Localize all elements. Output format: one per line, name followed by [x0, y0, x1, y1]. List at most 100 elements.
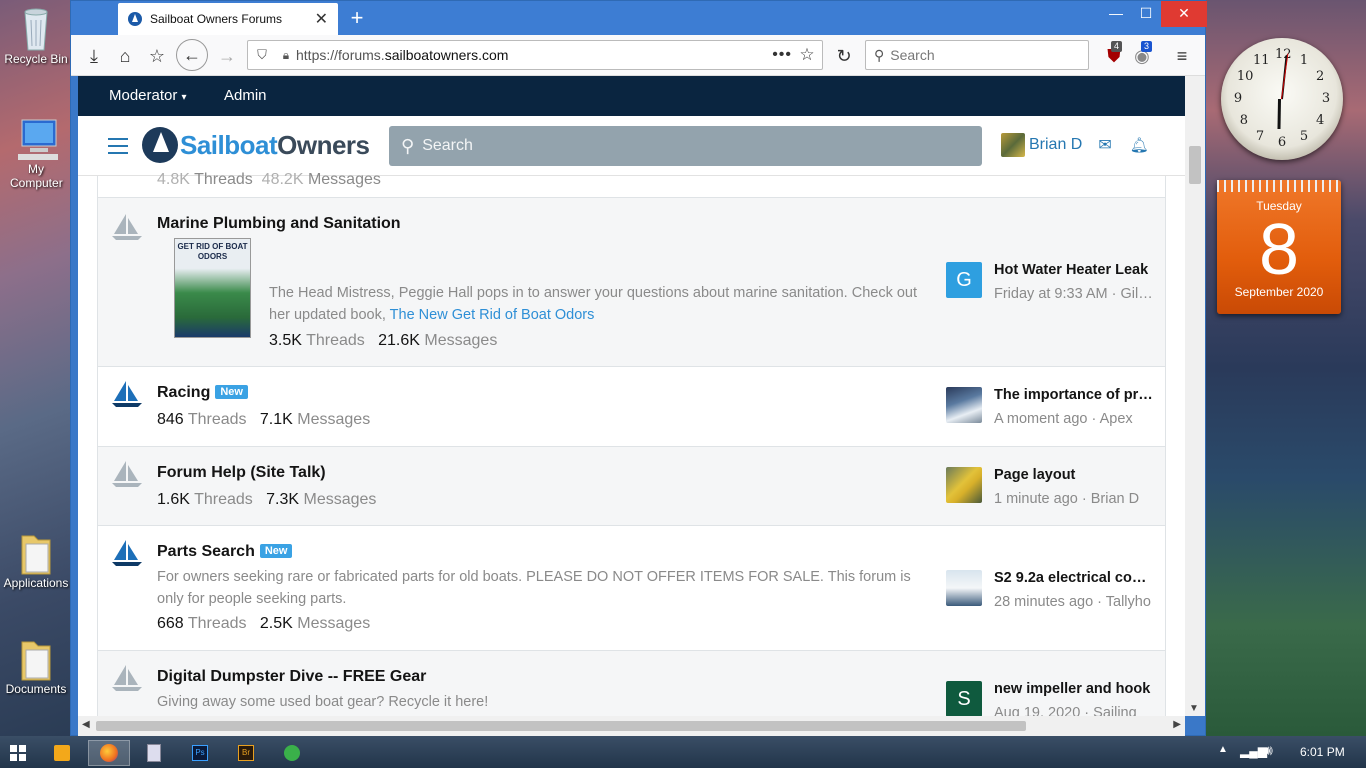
bookmark-star-icon[interactable]: ☆ [142, 41, 172, 71]
calculator-taskbar-icon[interactable] [136, 740, 172, 766]
close-tab-icon[interactable]: ✕ [315, 9, 328, 29]
clock-numeral: 9 [1233, 91, 1243, 106]
new-tab-button[interactable]: + [343, 5, 371, 31]
threads-label: Threads [187, 615, 247, 632]
forum-title-text: Marine Plumbing and Sanitation [157, 215, 401, 232]
threads-count: 668 [157, 615, 184, 632]
poster-avatar[interactable] [946, 570, 982, 606]
new-badge: New [259, 544, 293, 558]
forum-stats: 3.5K Threads 21.6K Messages [269, 332, 497, 350]
last-post-title[interactable]: Hot Water Heater Leak [994, 262, 1154, 278]
browser-window: Sailboat Owners Forums ✕ + — ☐ ✕ ⤓ ⌂ ☆ ←… [70, 0, 1207, 736]
vertical-scrollbar[interactable]: ▼ [1185, 76, 1205, 716]
maximize-button[interactable]: ☐ [1131, 1, 1161, 27]
scroll-thumb[interactable] [1189, 146, 1201, 184]
forum-title[interactable]: Racing New [157, 384, 248, 402]
poster-avatar[interactable] [946, 387, 982, 423]
firefox-taskbar-icon[interactable] [88, 740, 130, 766]
lock-icon[interactable]: 🔒︎ [276, 48, 296, 63]
forum-title[interactable]: Parts Search New [157, 543, 293, 561]
forum-node[interactable]: Digital Dumpster Dive -- FREE Gear Givin… [98, 651, 1165, 716]
my-computer-shortcut[interactable]: My Computer [2, 116, 70, 190]
search-icon: ⚲ [874, 46, 885, 63]
minimize-button[interactable]: — [1101, 1, 1131, 27]
sailboat-unread-icon [112, 540, 142, 566]
documents-label: Documents [5, 682, 67, 696]
poster-avatar[interactable]: S [946, 681, 982, 716]
bridge-taskbar-icon[interactable]: Br [228, 740, 264, 766]
horizontal-scroll-thumb[interactable] [96, 721, 1026, 731]
messages-count: 21.6K [378, 332, 420, 349]
calendar-gadget[interactable]: Tuesday 8 September 2020 [1217, 180, 1341, 314]
show-hidden-icons[interactable]: ▲ [1218, 744, 1228, 755]
admin-link[interactable]: Admin [224, 87, 267, 104]
last-post-title[interactable]: S2 9.2a electrical connections [994, 570, 1154, 586]
forum-title[interactable]: Digital Dumpster Dive -- FREE Gear [157, 668, 426, 686]
scroll-down-arrow-icon[interactable]: ▼ [1189, 703, 1199, 714]
documents-shortcut[interactable]: Documents [2, 636, 70, 696]
book-link[interactable]: The New Get Rid of Boat Odors [390, 307, 595, 323]
last-post-title[interactable]: The importance of proper [994, 387, 1154, 403]
horizontal-scrollbar[interactable]: ◀ ▶ [78, 716, 1185, 736]
poster-avatar[interactable] [946, 467, 982, 503]
home-icon[interactable]: ⌂ [110, 41, 140, 71]
book-cover-image[interactable]: GET RID OF BOAT ODORS [174, 238, 251, 338]
calendar-date: 8 [1258, 210, 1300, 290]
forum-node[interactable]: Forum Help (Site Talk) 1.6K Threads 7.3K… [98, 447, 1165, 526]
forum-title-text: Forum Help (Site Talk) [157, 464, 326, 481]
forum-title[interactable]: Forum Help (Site Talk) [157, 464, 326, 482]
folder-icon [16, 636, 56, 681]
clock-gadget[interactable]: 12 1 2 3 4 5 6 7 8 9 10 11 [1221, 38, 1343, 160]
outlook-taskbar-icon[interactable] [44, 740, 80, 766]
forum-node[interactable]: Marine Plumbing and Sanitation GET RID O… [98, 198, 1165, 367]
start-button[interactable] [0, 740, 36, 766]
download-icon[interactable]: ⤓ [79, 41, 109, 71]
web-page: Moderator ▾ Admin Sailboat Owners ⚲ Searc… [78, 76, 1185, 716]
page-actions-icon[interactable]: ••• [772, 46, 792, 64]
clock-numeral: 8 [1239, 113, 1249, 128]
moderator-menu[interactable]: Moderator ▾ [109, 87, 187, 104]
scroll-right-arrow-icon[interactable]: ▶ [1173, 719, 1181, 730]
last-post-meta: A moment ago · Apex [994, 411, 1133, 427]
shield-icon[interactable]: ⛉ [248, 47, 276, 63]
last-post-title[interactable]: new impeller and hook [994, 681, 1154, 697]
poster-avatar[interactable]: G [946, 262, 982, 298]
browser-search-input[interactable]: ⚲ Search [865, 40, 1089, 70]
reload-icon[interactable]: ↻ [829, 41, 859, 71]
photoshop-taskbar-icon[interactable]: Ps [182, 740, 218, 766]
forum-node-partial[interactable]: 4.8K Threads 48.2K Messages [98, 146, 1165, 198]
forum-title[interactable]: Marine Plumbing and Sanitation [157, 215, 401, 233]
scroll-left-arrow-icon[interactable]: ◀ [82, 719, 90, 730]
last-post-title[interactable]: Page layout [994, 467, 1154, 483]
last-post-meta: 1 minute ago · Brian D [994, 491, 1140, 507]
app-taskbar-icon[interactable] [274, 740, 310, 766]
address-bar[interactable]: ⛉ 🔒︎ https://forums. sailboatowners.com •… [247, 40, 823, 70]
clock-numeral: 10 [1236, 69, 1254, 84]
menu-icon[interactable]: ≡ [1167, 41, 1197, 71]
forward-button[interactable]: → [212, 41, 242, 71]
moderator-label: Moderator [109, 87, 178, 104]
messages-label: Messages [424, 332, 498, 349]
ublock-count-badge: 4 [1111, 41, 1123, 52]
forum-node[interactable]: Parts Search New For owners seeking rare … [98, 526, 1165, 651]
messages-label: Messages [297, 411, 371, 428]
star-icon[interactable]: ☆ [792, 45, 822, 65]
messages-count: 7.1K [259, 411, 293, 428]
taskbar-clock[interactable]: 6:01 PM [1300, 745, 1345, 759]
title-bar: Sailboat Owners Forums ✕ + — ☐ ✕ [71, 1, 1207, 35]
clock-numeral: 1 [1299, 52, 1309, 68]
network-icon[interactable]: ▂▄▆ [1240, 744, 1267, 758]
site-favicon-icon [128, 12, 142, 26]
my-computer-label: My Computer [10, 162, 63, 190]
forum-stats: 668 Threads 2.5K Messages [157, 615, 370, 633]
applications-shortcut[interactable]: Applications [2, 530, 70, 590]
recycle-bin-shortcut[interactable]: Recycle Bin [2, 6, 70, 66]
browser-tab[interactable]: Sailboat Owners Forums ✕ [118, 3, 338, 35]
book-cover-title: GET RID OF BOAT ODORS [177, 242, 248, 261]
forum-node[interactable]: Racing New 846 Threads 7.1K Messages The … [98, 367, 1165, 447]
close-window-button[interactable]: ✕ [1161, 1, 1207, 27]
recycle-bin-icon [16, 6, 56, 51]
applications-label: Applications [3, 576, 69, 590]
back-button[interactable]: ← [176, 39, 208, 71]
volume-icon[interactable]: 🔊︎ [1264, 742, 1273, 759]
